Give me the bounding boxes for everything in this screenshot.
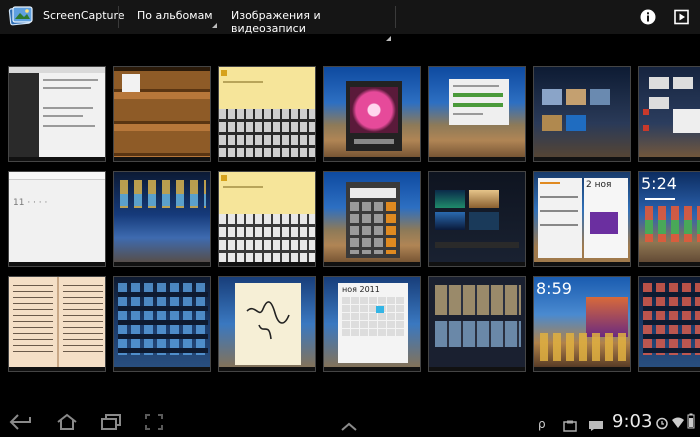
battery-icon <box>687 413 695 433</box>
spinner-caret-icon <box>386 36 391 41</box>
spinner-caret-icon <box>212 23 217 28</box>
screenshot-icon[interactable] <box>144 413 164 435</box>
thumbnail-grid: 11 · · · · 2 ноя 5:24 ноя 2011 8:59 <box>0 66 700 376</box>
status-clock: 9:03 <box>612 411 653 432</box>
calendar-month-label: ноя 2011 <box>342 285 380 294</box>
sms-icon <box>588 417 604 436</box>
back-icon[interactable] <box>8 413 34 435</box>
thumbnail[interactable] <box>113 276 211 372</box>
thumbnail[interactable] <box>428 171 526 267</box>
thumbnail[interactable] <box>428 66 526 162</box>
wifi-icon <box>671 414 685 433</box>
album-view-spinner[interactable]: По альбомам <box>137 9 217 28</box>
thumbnail[interactable] <box>218 171 316 267</box>
album-view-label: По альбомам <box>137 9 213 22</box>
thumbnail[interactable] <box>638 66 700 162</box>
clipboard-icon <box>563 417 577 436</box>
media-filter-spinner[interactable]: Изображения и видеозаписи <box>231 9 391 41</box>
thumbnail[interactable] <box>113 66 211 162</box>
media-filter-label: Изображения и видеозаписи <box>231 9 321 35</box>
thumbnail[interactable]: 8:59 <box>533 276 631 372</box>
handwriting-icon <box>246 301 290 340</box>
home-icon[interactable] <box>56 413 78 435</box>
alarm-icon <box>655 415 669 434</box>
system-bar: ρ 9:03 <box>0 407 700 437</box>
thumbnail[interactable] <box>323 66 421 162</box>
info-icon[interactable] <box>638 7 658 27</box>
thumbnail[interactable]: 11 · · · · <box>8 171 106 267</box>
slideshow-play-icon[interactable] <box>672 7 692 27</box>
divider <box>395 6 396 28</box>
thumbnail[interactable]: ноя 2011 <box>323 276 421 372</box>
thumbnail[interactable] <box>533 66 631 162</box>
gallery-app-icon[interactable] <box>8 5 34 27</box>
clock-label: 5:24 <box>641 174 677 193</box>
divider <box>118 6 119 28</box>
thumbnail[interactable] <box>218 276 316 372</box>
thumbnail[interactable] <box>638 276 700 372</box>
thumbnail[interactable] <box>8 66 106 162</box>
thumbnail[interactable] <box>428 276 526 372</box>
chevron-up-icon[interactable] <box>340 417 358 436</box>
swype-indicator-icon: ρ <box>538 417 546 431</box>
thumbnail[interactable] <box>323 171 421 267</box>
thumbnail[interactable]: 5:24 <box>638 171 700 267</box>
app-title: ScreenCapture <box>43 9 125 22</box>
action-bar: ScreenCapture По альбомам Изображения и … <box>0 0 700 41</box>
recent-apps-icon[interactable] <box>100 413 122 435</box>
thumbnail[interactable] <box>218 66 316 162</box>
thumbnail[interactable] <box>113 171 211 267</box>
thumbnail[interactable] <box>8 276 106 372</box>
clock-label: 8:59 <box>536 279 572 298</box>
calendar-date-label: 2 ноя <box>586 180 612 190</box>
thumbnail[interactable]: 2 ноя <box>533 171 631 267</box>
